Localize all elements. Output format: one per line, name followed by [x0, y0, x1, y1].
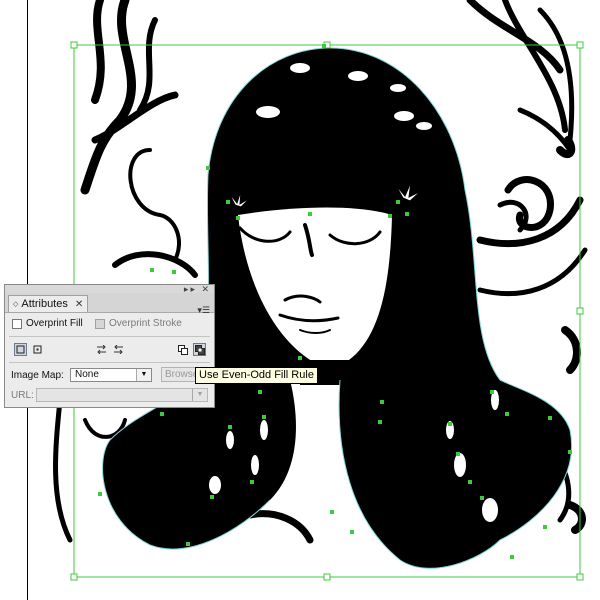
overprint-fill-row[interactable]: Overprint Fill — [12, 318, 83, 329]
chevron-down-icon[interactable]: ▼ — [192, 389, 207, 401]
double-arrow-icon[interactable]: ◇ — [13, 300, 18, 308]
overprint-fill-label: Overprint Fill — [26, 318, 83, 329]
attributes-panel[interactable]: ▸▸ ✕ ◇ Attributes ✕ ▾☰ Overprint Fill Ov… — [4, 284, 215, 408]
overprint-stroke-label: Overprint Stroke — [109, 318, 182, 329]
reverse-path-on-icon[interactable] — [112, 343, 125, 356]
nonzero-fill-rule-icon[interactable] — [176, 343, 189, 356]
overprint-stroke-row: Overprint Stroke — [95, 318, 182, 329]
panel-titlebar[interactable]: ▸▸ ✕ — [5, 284, 214, 294]
tab-attributes-label: Attributes — [21, 298, 68, 310]
reverse-path-off-icon[interactable] — [95, 343, 108, 356]
image-map-select[interactable]: None ▼ — [70, 368, 152, 382]
tab-attributes[interactable]: ◇ Attributes ✕ — [8, 295, 88, 312]
center-on-icon[interactable] — [31, 343, 44, 356]
url-select[interactable]: ▼ — [36, 388, 208, 402]
tooltip: Use Even-Odd Fill Rule — [195, 367, 318, 384]
evenodd-fill-rule-icon[interactable] — [193, 343, 206, 356]
panel-separator — [9, 362, 210, 363]
panel-tab-row: ◇ Attributes ✕ ▾☰ — [5, 293, 214, 316]
center-off-icon[interactable] — [14, 343, 27, 356]
panel-menu-icon[interactable]: ▾☰ — [197, 305, 210, 316]
close-icon[interactable]: ✕ — [75, 299, 83, 310]
image-map-value: None — [75, 369, 99, 380]
chevron-down-icon[interactable]: ▼ — [136, 369, 151, 381]
url-label: URL: — [11, 390, 34, 401]
image-map-label: Image Map: — [11, 370, 64, 381]
panel-separator — [9, 336, 210, 337]
overprint-stroke-checkbox — [95, 318, 105, 329]
overprint-fill-checkbox[interactable] — [12, 318, 22, 329]
